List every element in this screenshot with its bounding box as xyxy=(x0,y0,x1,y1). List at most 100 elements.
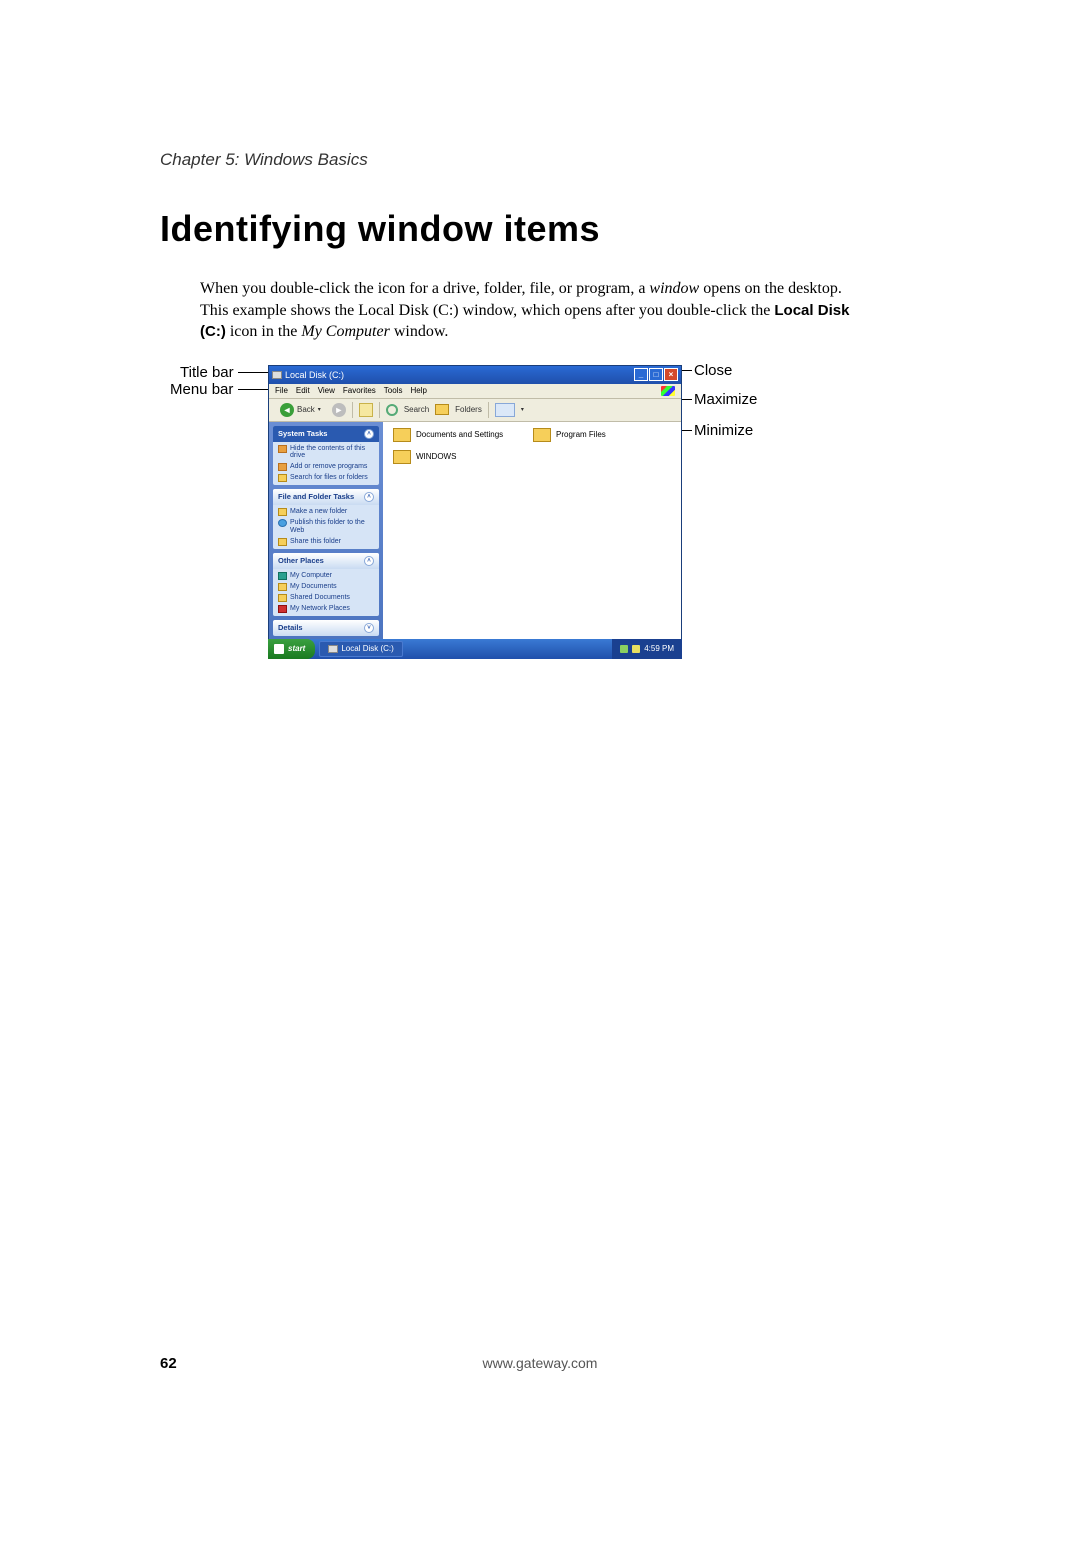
link-text: Make a new folder xyxy=(290,508,347,516)
folders-button[interactable]: Folders xyxy=(455,405,482,414)
figure-window-items: Title bar Menu bar Close Maximize Minimi… xyxy=(160,365,900,685)
xp-taskbar: start Local Disk (C:) 4:59 PM xyxy=(268,639,682,659)
menu-file[interactable]: File xyxy=(275,386,288,395)
panel-link[interactable]: Search for files or folders xyxy=(278,474,374,482)
separator xyxy=(352,402,353,418)
panel-link[interactable]: Make a new folder xyxy=(278,508,374,516)
start-button[interactable]: start xyxy=(268,639,315,659)
search-icon xyxy=(386,404,398,416)
separator xyxy=(488,402,489,418)
callout-menu-bar: Menu bar xyxy=(170,381,233,398)
item-label: Documents and Settings xyxy=(416,430,503,439)
publish-icon xyxy=(278,519,287,527)
back-label: Back xyxy=(297,405,315,414)
menu-tools[interactable]: Tools xyxy=(384,386,403,395)
xp-toolbar: ◄ Back ▾ ► Search Folders ▾ xyxy=(269,399,681,422)
callout-close: Close xyxy=(694,362,732,379)
up-button[interactable] xyxy=(359,403,373,417)
windows-logo-icon xyxy=(661,386,675,396)
link-text: Share this folder xyxy=(290,538,341,546)
link-text: Search for files or folders xyxy=(290,474,368,482)
xp-window: Local Disk (C:) _ □ × File Edit View Fav… xyxy=(268,365,682,639)
search-button[interactable]: Search xyxy=(404,405,429,414)
back-button[interactable]: ◄ Back ▾ xyxy=(275,402,326,418)
chevron-up-icon: ˄ xyxy=(364,556,374,566)
intro-paragraph: When you double-click the icon for a dri… xyxy=(200,278,870,343)
xp-body: System Tasks ˄ Hide the contents of this… xyxy=(269,422,681,640)
panel-link[interactable]: Hide the contents of this drive xyxy=(278,445,374,460)
folder-item[interactable]: Program Files xyxy=(533,428,653,442)
hide-icon xyxy=(278,445,287,453)
panel-details: Details ˅ xyxy=(273,620,379,636)
menu-view[interactable]: View xyxy=(318,386,335,395)
minimize-button[interactable]: _ xyxy=(634,368,648,381)
panel-link[interactable]: My Computer xyxy=(278,572,374,580)
chapter-header: Chapter 5: Windows Basics xyxy=(160,150,1080,170)
xp-side-panel: System Tasks ˄ Hide the contents of this… xyxy=(269,422,383,640)
network-places-icon xyxy=(278,605,287,613)
menu-edit[interactable]: Edit xyxy=(296,386,310,395)
folder-icon xyxy=(393,428,411,442)
chevron-down-icon: ˅ xyxy=(364,623,374,633)
shared-documents-icon xyxy=(278,594,287,602)
window-title: Local Disk (C:) xyxy=(285,370,344,380)
link-text: Shared Documents xyxy=(290,594,350,602)
panel-title: File and Folder Tasks xyxy=(278,492,354,502)
callout-minimize: Minimize xyxy=(694,422,753,439)
my-documents-icon xyxy=(278,583,287,591)
para-text: When you double-click the icon for a dri… xyxy=(200,280,649,297)
menu-help[interactable]: Help xyxy=(410,386,426,395)
start-label: start xyxy=(288,644,305,653)
folder-item[interactable]: WINDOWS xyxy=(393,450,513,464)
panel-head[interactable]: System Tasks ˄ xyxy=(273,426,379,442)
panel-other-places: Other Places ˄ My Computer My Documents … xyxy=(273,553,379,616)
disk-icon xyxy=(272,371,282,379)
forward-button[interactable]: ► xyxy=(332,403,346,417)
task-label: Local Disk (C:) xyxy=(341,644,393,653)
panel-link[interactable]: Publish this folder to the Web xyxy=(278,519,374,534)
panel-file-folder-tasks: File and Folder Tasks ˄ Make a new folde… xyxy=(273,489,379,549)
panel-head[interactable]: Other Places ˄ xyxy=(273,553,379,569)
windows-flag-icon xyxy=(274,644,284,654)
panel-head[interactable]: File and Folder Tasks ˄ xyxy=(273,489,379,505)
xp-menu-bar: File Edit View Favorites Tools Help xyxy=(269,384,681,399)
folder-icon xyxy=(533,428,551,442)
taskbar-task-button[interactable]: Local Disk (C:) xyxy=(319,641,402,657)
panel-title: System Tasks xyxy=(278,429,327,439)
item-label: WINDOWS xyxy=(416,452,456,461)
folders-icon xyxy=(435,404,449,415)
panel-link[interactable]: Share this folder xyxy=(278,538,374,546)
share-icon xyxy=(278,538,287,546)
folder-icon xyxy=(393,450,411,464)
system-tray[interactable]: 4:59 PM xyxy=(612,639,682,659)
panel-link[interactable]: Add or remove programs xyxy=(278,463,374,471)
programs-icon xyxy=(278,463,287,471)
panel-link[interactable]: Shared Documents xyxy=(278,594,374,602)
chevron-down-icon: ▾ xyxy=(521,406,524,413)
tray-icon xyxy=(620,645,628,653)
close-button[interactable]: × xyxy=(664,368,678,381)
views-button[interactable] xyxy=(495,403,515,417)
footer-url: www.gateway.com xyxy=(483,1355,598,1371)
page-footer: 62 www.gateway.com xyxy=(0,1355,1080,1372)
link-text: My Network Places xyxy=(290,605,350,613)
panel-link[interactable]: My Documents xyxy=(278,583,374,591)
maximize-button[interactable]: □ xyxy=(649,368,663,381)
tray-icon xyxy=(632,645,640,653)
chevron-down-icon: ▾ xyxy=(318,406,321,413)
page-heading: Identifying window items xyxy=(160,208,1080,250)
menu-favorites[interactable]: Favorites xyxy=(343,386,376,395)
panel-head[interactable]: Details ˅ xyxy=(273,620,379,636)
xp-content-area[interactable]: Documents and Settings Program Files WIN… xyxy=(383,422,681,640)
para-italic-mycomputer: My Computer xyxy=(301,323,389,340)
folder-item[interactable]: Documents and Settings xyxy=(393,428,513,442)
callout-line xyxy=(238,372,268,373)
callout-maximize: Maximize xyxy=(694,391,757,408)
back-arrow-icon: ◄ xyxy=(280,403,294,417)
xp-title-text: Local Disk (C:) xyxy=(272,370,344,380)
para-text: window. xyxy=(390,323,449,340)
panel-link[interactable]: My Network Places xyxy=(278,605,374,613)
page-number: 62 xyxy=(160,1355,177,1372)
para-text: icon in the xyxy=(226,323,302,340)
xp-title-bar[interactable]: Local Disk (C:) _ □ × xyxy=(269,366,681,384)
